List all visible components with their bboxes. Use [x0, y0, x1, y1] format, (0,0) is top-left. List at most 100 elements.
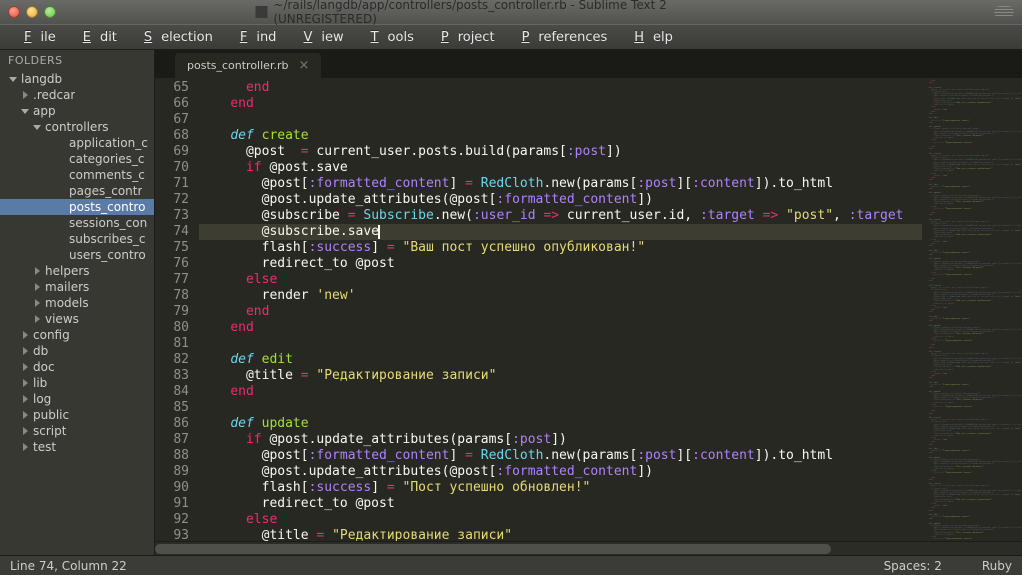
tree-item-label: models [45, 296, 89, 310]
chevron-right-icon[interactable] [20, 330, 30, 340]
editor-area: posts_controller.rb × 656667686970717273… [155, 50, 1022, 555]
folder-.redcar[interactable]: .redcar [0, 87, 154, 103]
chevron-down-icon[interactable] [32, 122, 42, 132]
folder-public[interactable]: public [0, 407, 154, 423]
chevron-right-icon[interactable] [20, 410, 30, 420]
menu-view[interactable]: View [285, 27, 352, 48]
code-line[interactable] [199, 400, 922, 416]
code-line[interactable]: @post[:formatted_content] = RedCloth.new… [199, 176, 922, 192]
horizontal-scrollbar[interactable] [155, 541, 1022, 555]
menu-selection[interactable]: Selection [126, 27, 222, 48]
code-line[interactable]: if @post.update_attributes(params[:post]… [199, 432, 922, 448]
file-pages_contr[interactable]: pages_contr [0, 183, 154, 199]
code-line[interactable]: @title = "Редактирование записи" [199, 368, 922, 384]
code-line[interactable] [199, 336, 922, 352]
code-line[interactable]: @subscribe.save [199, 224, 922, 240]
status-language[interactable]: Ruby [982, 559, 1012, 573]
code-line[interactable] [199, 112, 922, 128]
folder-script[interactable]: script [0, 423, 154, 439]
code-line[interactable]: @post.update_attributes(@post[:formatted… [199, 464, 922, 480]
tree-item-label: views [45, 312, 79, 326]
code-line[interactable]: else [199, 272, 922, 288]
folder-test[interactable]: test [0, 439, 154, 455]
tab-posts-controller[interactable]: posts_controller.rb × [175, 53, 321, 78]
code-line[interactable]: @post[:formatted_content] = RedCloth.new… [199, 448, 922, 464]
code-line[interactable]: def edit [199, 352, 922, 368]
menu-find[interactable]: Find [222, 27, 286, 48]
folder-lib[interactable]: lib [0, 375, 154, 391]
scrollbar-thumb[interactable] [155, 544, 831, 554]
status-position[interactable]: Line 74, Column 22 [10, 559, 127, 573]
minimize-window-button[interactable] [26, 6, 38, 18]
code-line[interactable]: end [199, 96, 922, 112]
close-window-button[interactable] [8, 6, 20, 18]
file-posts_contro[interactable]: posts_contro [0, 199, 154, 215]
status-spaces[interactable]: Spaces: 2 [884, 559, 942, 573]
window-titlebar: ~/rails/langdb/app/controllers/posts_con… [0, 0, 1022, 24]
code-line[interactable]: end [199, 384, 922, 400]
code-line[interactable]: redirect_to @post [199, 256, 922, 272]
chevron-right-icon[interactable] [32, 314, 42, 324]
chevron-right-icon[interactable] [32, 266, 42, 276]
chevron-down-icon[interactable] [8, 74, 18, 84]
menu-edit[interactable]: Edit [65, 27, 126, 48]
code-line[interactable]: end [199, 304, 922, 320]
code-line[interactable]: flash[:success] = "Пост успешно обновлен… [199, 480, 922, 496]
code-line[interactable]: flash[:success] = "Ваш пост успешно опуб… [199, 240, 922, 256]
folder-helpers[interactable]: helpers [0, 263, 154, 279]
sidebar: FOLDERS langdb.redcarappcontrollersappli… [0, 50, 155, 555]
zoom-window-button[interactable] [44, 6, 56, 18]
tree-item-label: log [33, 392, 51, 406]
folder-mailers[interactable]: mailers [0, 279, 154, 295]
code-area[interactable]: end end def create @post = current_user.… [199, 78, 922, 541]
folder-app[interactable]: app [0, 103, 154, 119]
folder-log[interactable]: log [0, 391, 154, 407]
code-line[interactable]: @subscribe = Subscribe.new(:user_id => c… [199, 208, 922, 224]
code-line[interactable]: def create [199, 128, 922, 144]
chevron-right-icon[interactable] [20, 394, 30, 404]
blank-icon [56, 234, 66, 244]
file-users_contro[interactable]: users_contro [0, 247, 154, 263]
chevron-right-icon[interactable] [32, 298, 42, 308]
folder-controllers[interactable]: controllers [0, 119, 154, 135]
menu-help[interactable]: Help [616, 27, 682, 48]
file-comments_c[interactable]: comments_c [0, 167, 154, 183]
folder-db[interactable]: db [0, 343, 154, 359]
chevron-right-icon[interactable] [32, 282, 42, 292]
code-line[interactable]: end [199, 80, 922, 96]
file-sessions_con[interactable]: sessions_con [0, 215, 154, 231]
close-icon[interactable]: × [298, 58, 309, 73]
menu-project[interactable]: Project [423, 27, 504, 48]
chevron-right-icon[interactable] [20, 378, 30, 388]
menu-preferences[interactable]: Preferences [504, 27, 617, 48]
minimap[interactable]: end end def create @post = current_user.… [922, 78, 1022, 541]
chevron-right-icon[interactable] [20, 346, 30, 356]
chevron-right-icon[interactable] [20, 362, 30, 372]
code-line[interactable]: def update [199, 416, 922, 432]
folder-langdb[interactable]: langdb [0, 71, 154, 87]
chevron-down-icon[interactable] [20, 106, 30, 116]
menu-file[interactable]: File [6, 27, 65, 48]
folder-doc[interactable]: doc [0, 359, 154, 375]
file-application_c[interactable]: application_c [0, 135, 154, 151]
code-line[interactable]: render 'new' [199, 288, 922, 304]
code-line[interactable]: else [199, 512, 922, 528]
code-line[interactable]: @post.update_attributes(@post[:formatted… [199, 192, 922, 208]
code-line[interactable]: end [199, 320, 922, 336]
code-line[interactable]: @title = "Редактирование записи" [199, 528, 922, 541]
folder-models[interactable]: models [0, 295, 154, 311]
file-categories_c[interactable]: categories_c [0, 151, 154, 167]
file-subscribes_c[interactable]: subscribes_c [0, 231, 154, 247]
tree-item-label: sessions_con [69, 216, 147, 230]
chevron-right-icon[interactable] [20, 90, 30, 100]
code-line[interactable]: redirect_to @post [199, 496, 922, 512]
code-line[interactable]: if @post.save [199, 160, 922, 176]
sidebar-header: FOLDERS [0, 50, 154, 71]
menu-tools[interactable]: Tools [353, 27, 423, 48]
blank-icon [56, 170, 66, 180]
folder-config[interactable]: config [0, 327, 154, 343]
folder-views[interactable]: views [0, 311, 154, 327]
chevron-right-icon[interactable] [20, 442, 30, 452]
code-line[interactable]: @post = current_user.posts.build(params[… [199, 144, 922, 160]
chevron-right-icon[interactable] [20, 426, 30, 436]
